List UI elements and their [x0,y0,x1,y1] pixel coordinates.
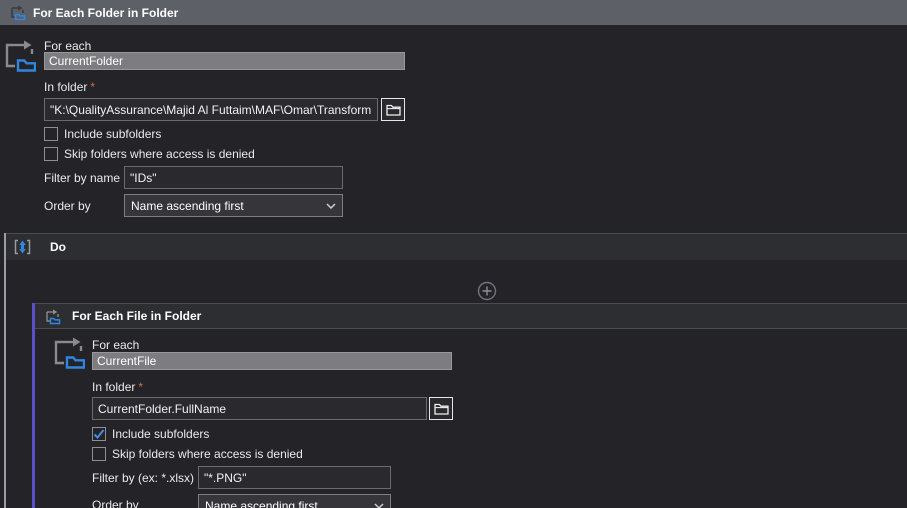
inner-for-each-label: For each [92,338,140,352]
inner-include-subfolders-checkbox[interactable] [92,427,106,441]
inner-in-folder-label: In folder * [92,380,143,394]
inner-activity-title: For Each File in Folder [72,309,202,323]
required-asterisk: * [90,80,96,94]
for-each-variable-input[interactable] [44,52,405,70]
in-folder-path-input[interactable] [44,98,378,121]
inner-required-asterisk: * [138,380,144,394]
inner-activity-header[interactable]: For Each File in Folder [35,303,907,329]
inner-for-each-loop-icon [54,337,85,369]
inner-for-each-variable-input[interactable] [92,352,452,370]
inner-order-by-selected-value: Name ascending first [205,498,318,508]
folder-icon [385,104,401,116]
in-folder-label: In folder * [44,80,95,94]
sequence-icon [14,239,31,255]
chevron-down-icon [326,202,336,209]
filter-by-name-label: Filter by name [44,171,121,185]
inner-in-folder-label-text: In folder [92,380,136,394]
skip-folders-checkbox[interactable] [44,147,58,161]
in-folder-label-text: In folder [44,80,88,94]
checkmark-icon [93,429,105,439]
do-section-header[interactable]: Do [6,233,907,260]
outer-activity-header[interactable]: For Each Folder in Folder [0,0,907,25]
inner-skip-folders-checkbox[interactable] [92,447,106,461]
for-each-file-icon [46,308,61,324]
browse-folder-button[interactable] [381,98,405,121]
inner-skip-folders-label: Skip folders where access is denied [112,447,303,461]
sequence-left-border [4,233,6,508]
inner-filter-label: Filter by (ex: *.xlsx) [92,471,195,485]
include-subfolders-label: Include subfolders [64,127,162,141]
add-activity-button[interactable] [477,281,497,304]
include-subfolders-checkbox[interactable] [44,127,58,141]
inner-in-folder-input[interactable] [92,397,427,420]
for-each-label: For each [44,39,92,53]
inner-browse-folder-button[interactable] [429,397,453,420]
order-by-selected-value: Name ascending first [131,198,244,213]
inner-filter-input[interactable] [198,466,391,489]
inner-order-by-label: Order by [92,498,139,508]
inner-order-by-dropdown[interactable]: Name ascending first [198,494,391,508]
chevron-down-icon [374,502,384,508]
plus-circle-icon [477,281,497,301]
do-section-title: Do [50,240,66,254]
inner-include-subfolders-label: Include subfolders [112,427,210,441]
filter-by-name-input[interactable] [124,166,343,189]
order-by-label: Order by [44,199,91,213]
skip-folders-label: Skip folders where access is denied [64,147,255,161]
workflow-designer: For Each Folder in Folder For each In fo… [0,0,907,508]
inner-selection-accent-bar [32,303,35,508]
for-each-loop-icon [5,40,36,72]
order-by-dropdown[interactable]: Name ascending first [124,194,343,217]
outer-activity-title: For Each Folder in Folder [33,5,179,20]
for-each-folder-icon [11,5,26,21]
folder-icon [433,403,449,415]
